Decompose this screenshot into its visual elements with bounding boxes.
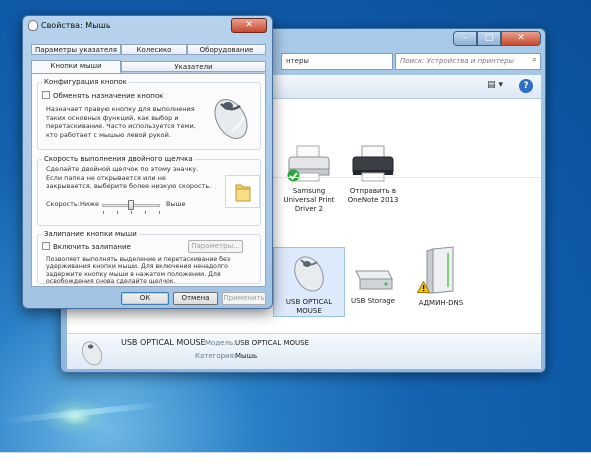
mouse-title-icon: [28, 20, 38, 31]
window-controls: – □ ✕: [453, 31, 541, 46]
swap-buttons-checkbox[interactable]: Обменять назначение кнопок: [42, 91, 163, 100]
double-click-speed-group: Скорость выполнения двойного щелчка Сдел…: [37, 155, 261, 226]
details-model-key: Модель:: [205, 339, 236, 347]
close-button[interactable]: ✕: [501, 31, 541, 46]
taskbar-strip: [0, 452, 591, 466]
device-admin-dns-computer[interactable]: АДМИН-DNS: [405, 245, 477, 308]
mouse-properties-dialog: Свойства: Мышь ✕ Параметры указателя Кол…: [22, 15, 273, 309]
help-icon[interactable]: ?: [519, 79, 533, 93]
device-usb-optical-mouse[interactable]: USB OPTICAL MOUSE: [273, 247, 345, 317]
device-label-line: MOUSE: [296, 307, 322, 315]
apply-button[interactable]: Применить: [222, 292, 266, 305]
search-placeholder: Поиск: Устройства и принтеры: [400, 57, 515, 65]
tab-pointer-options[interactable]: Параметры указателя: [31, 44, 121, 55]
slider-tick: [117, 211, 118, 214]
description-line: кто работает с мышью левой рукой.: [46, 130, 171, 139]
swap-description: Назначает правую кнопку для выполнения т…: [46, 105, 196, 139]
details-device-name: USB OPTICAL MOUSE: [121, 338, 206, 347]
mouse-illustration-icon: [206, 91, 256, 147]
tab-buttons[interactable]: Кнопки мыши: [31, 60, 121, 73]
checkbox-label: Обменять назначение кнопок: [53, 92, 164, 100]
tab-pointers[interactable]: Указатели: [121, 61, 266, 72]
usb-drive-icon: [350, 259, 396, 293]
description-line: Позволяет выполнять выделение и перетаск…: [46, 256, 231, 263]
speed-high-label: Выше: [166, 200, 186, 208]
mouse-icon: [77, 337, 107, 369]
details-pane: USB OPTICAL MOUSE Модель: USB OPTICAL MO…: [67, 333, 541, 369]
click-lock-group: Залипание кнопки мыши Включить залипание…: [37, 230, 261, 285]
minimize-button[interactable]: –: [453, 31, 477, 46]
maximize-button[interactable]: □: [477, 31, 501, 46]
slider-tick: [145, 211, 146, 214]
computer-tower-icon: [417, 245, 461, 295]
click-lock-description: Позволяет выполнять выделение и перетаск…: [46, 256, 230, 285]
tab-wheel[interactable]: Колесико: [121, 44, 187, 55]
button-config-group: Конфигурация кнопок Обменять назначение …: [37, 78, 261, 150]
click-lock-settings-button[interactable]: Параметры...: [188, 240, 243, 253]
test-folder-area[interactable]: [225, 175, 260, 208]
buttons-tab-panel: Конфигурация кнопок Обменять назначение …: [31, 73, 266, 287]
device-samsung-printer[interactable]: Samsung Universal Print Driver 2: [273, 145, 345, 214]
group-title: Залипание кнопки мыши: [42, 230, 139, 238]
slider-tick: [131, 211, 132, 214]
checkbox-box[interactable]: [42, 91, 50, 99]
speed-slider-thumb[interactable]: [128, 200, 134, 210]
dialog-close-button[interactable]: ✕: [231, 18, 267, 33]
view-options-icon[interactable]: ▤ ▾: [487, 80, 503, 90]
description-line: таких основных функций, как выбор и: [46, 113, 179, 122]
description-line: освобождения снова сделайте щелчок.: [46, 277, 176, 285]
device-label-line: OneNote 2013: [347, 196, 399, 204]
device-label-line: Отправить в: [349, 187, 397, 195]
details-model-value: USB OPTICAL MOUSE: [235, 339, 310, 347]
click-lock-checkbox[interactable]: Включить залипание: [42, 242, 131, 251]
description-line: Сделайте двойной щелчок по этому значку.: [46, 165, 199, 173]
double-click-description: Сделайте двойной щелчок по этому значку.…: [46, 165, 211, 191]
address-bar[interactable]: нтеры: [281, 53, 393, 70]
slider-tick: [103, 211, 104, 214]
description-line: задержите кнопку мыши в нажатом положени…: [46, 270, 221, 278]
device-label: АДМИН-DNS: [418, 299, 464, 307]
mouse-icon: [287, 250, 331, 294]
device-label-line: Universal Print: [283, 196, 335, 204]
device-usb-storage[interactable]: USB Storage: [337, 259, 409, 306]
description-line: Если папка не открывается или не: [46, 173, 166, 182]
search-input[interactable]: Поиск: Устройства и принтеры ⌕: [395, 53, 541, 70]
description-line: закрывается, выберите более низкую скоро…: [46, 182, 212, 190]
details-category-value: Мышь: [235, 352, 258, 360]
device-label-line: USB OPTICAL: [285, 298, 333, 306]
group-title: Скорость выполнения двойного щелчка: [42, 155, 195, 163]
speed-label: Скорость:: [46, 200, 80, 208]
device-label: USB Storage: [351, 297, 395, 305]
checkbox-box[interactable]: [42, 242, 50, 250]
tab-hardware[interactable]: Оборудование: [187, 44, 266, 55]
device-label-line: Samsung: [292, 187, 326, 195]
device-label-line: Driver 2: [294, 205, 324, 213]
description-line: удерживания кнопки мыши. Для включения н…: [46, 263, 228, 271]
cancel-button[interactable]: Отмена: [173, 292, 218, 305]
folder-icon: [235, 184, 251, 202]
warning-icon: [417, 281, 430, 293]
checkbox-label: Включить залипание: [53, 243, 131, 251]
description-line: Назначает правую кнопку для выполнения: [46, 105, 195, 113]
slider-tick: [159, 211, 160, 214]
details-category-key: Категория:: [195, 352, 237, 360]
ok-button[interactable]: ОК: [121, 292, 169, 305]
description-line: перетаскивание. Часто используется теми,: [46, 122, 196, 130]
default-check-icon: [287, 169, 300, 182]
group-title: Конфигурация кнопок: [42, 78, 129, 86]
search-icon: ⌕: [531, 55, 537, 65]
device-onenote-printer[interactable]: Отправить в OneNote 2013: [337, 145, 409, 205]
speed-low-label: Ниже: [80, 200, 99, 208]
dialog-title: Свойства: Мышь: [41, 21, 111, 30]
